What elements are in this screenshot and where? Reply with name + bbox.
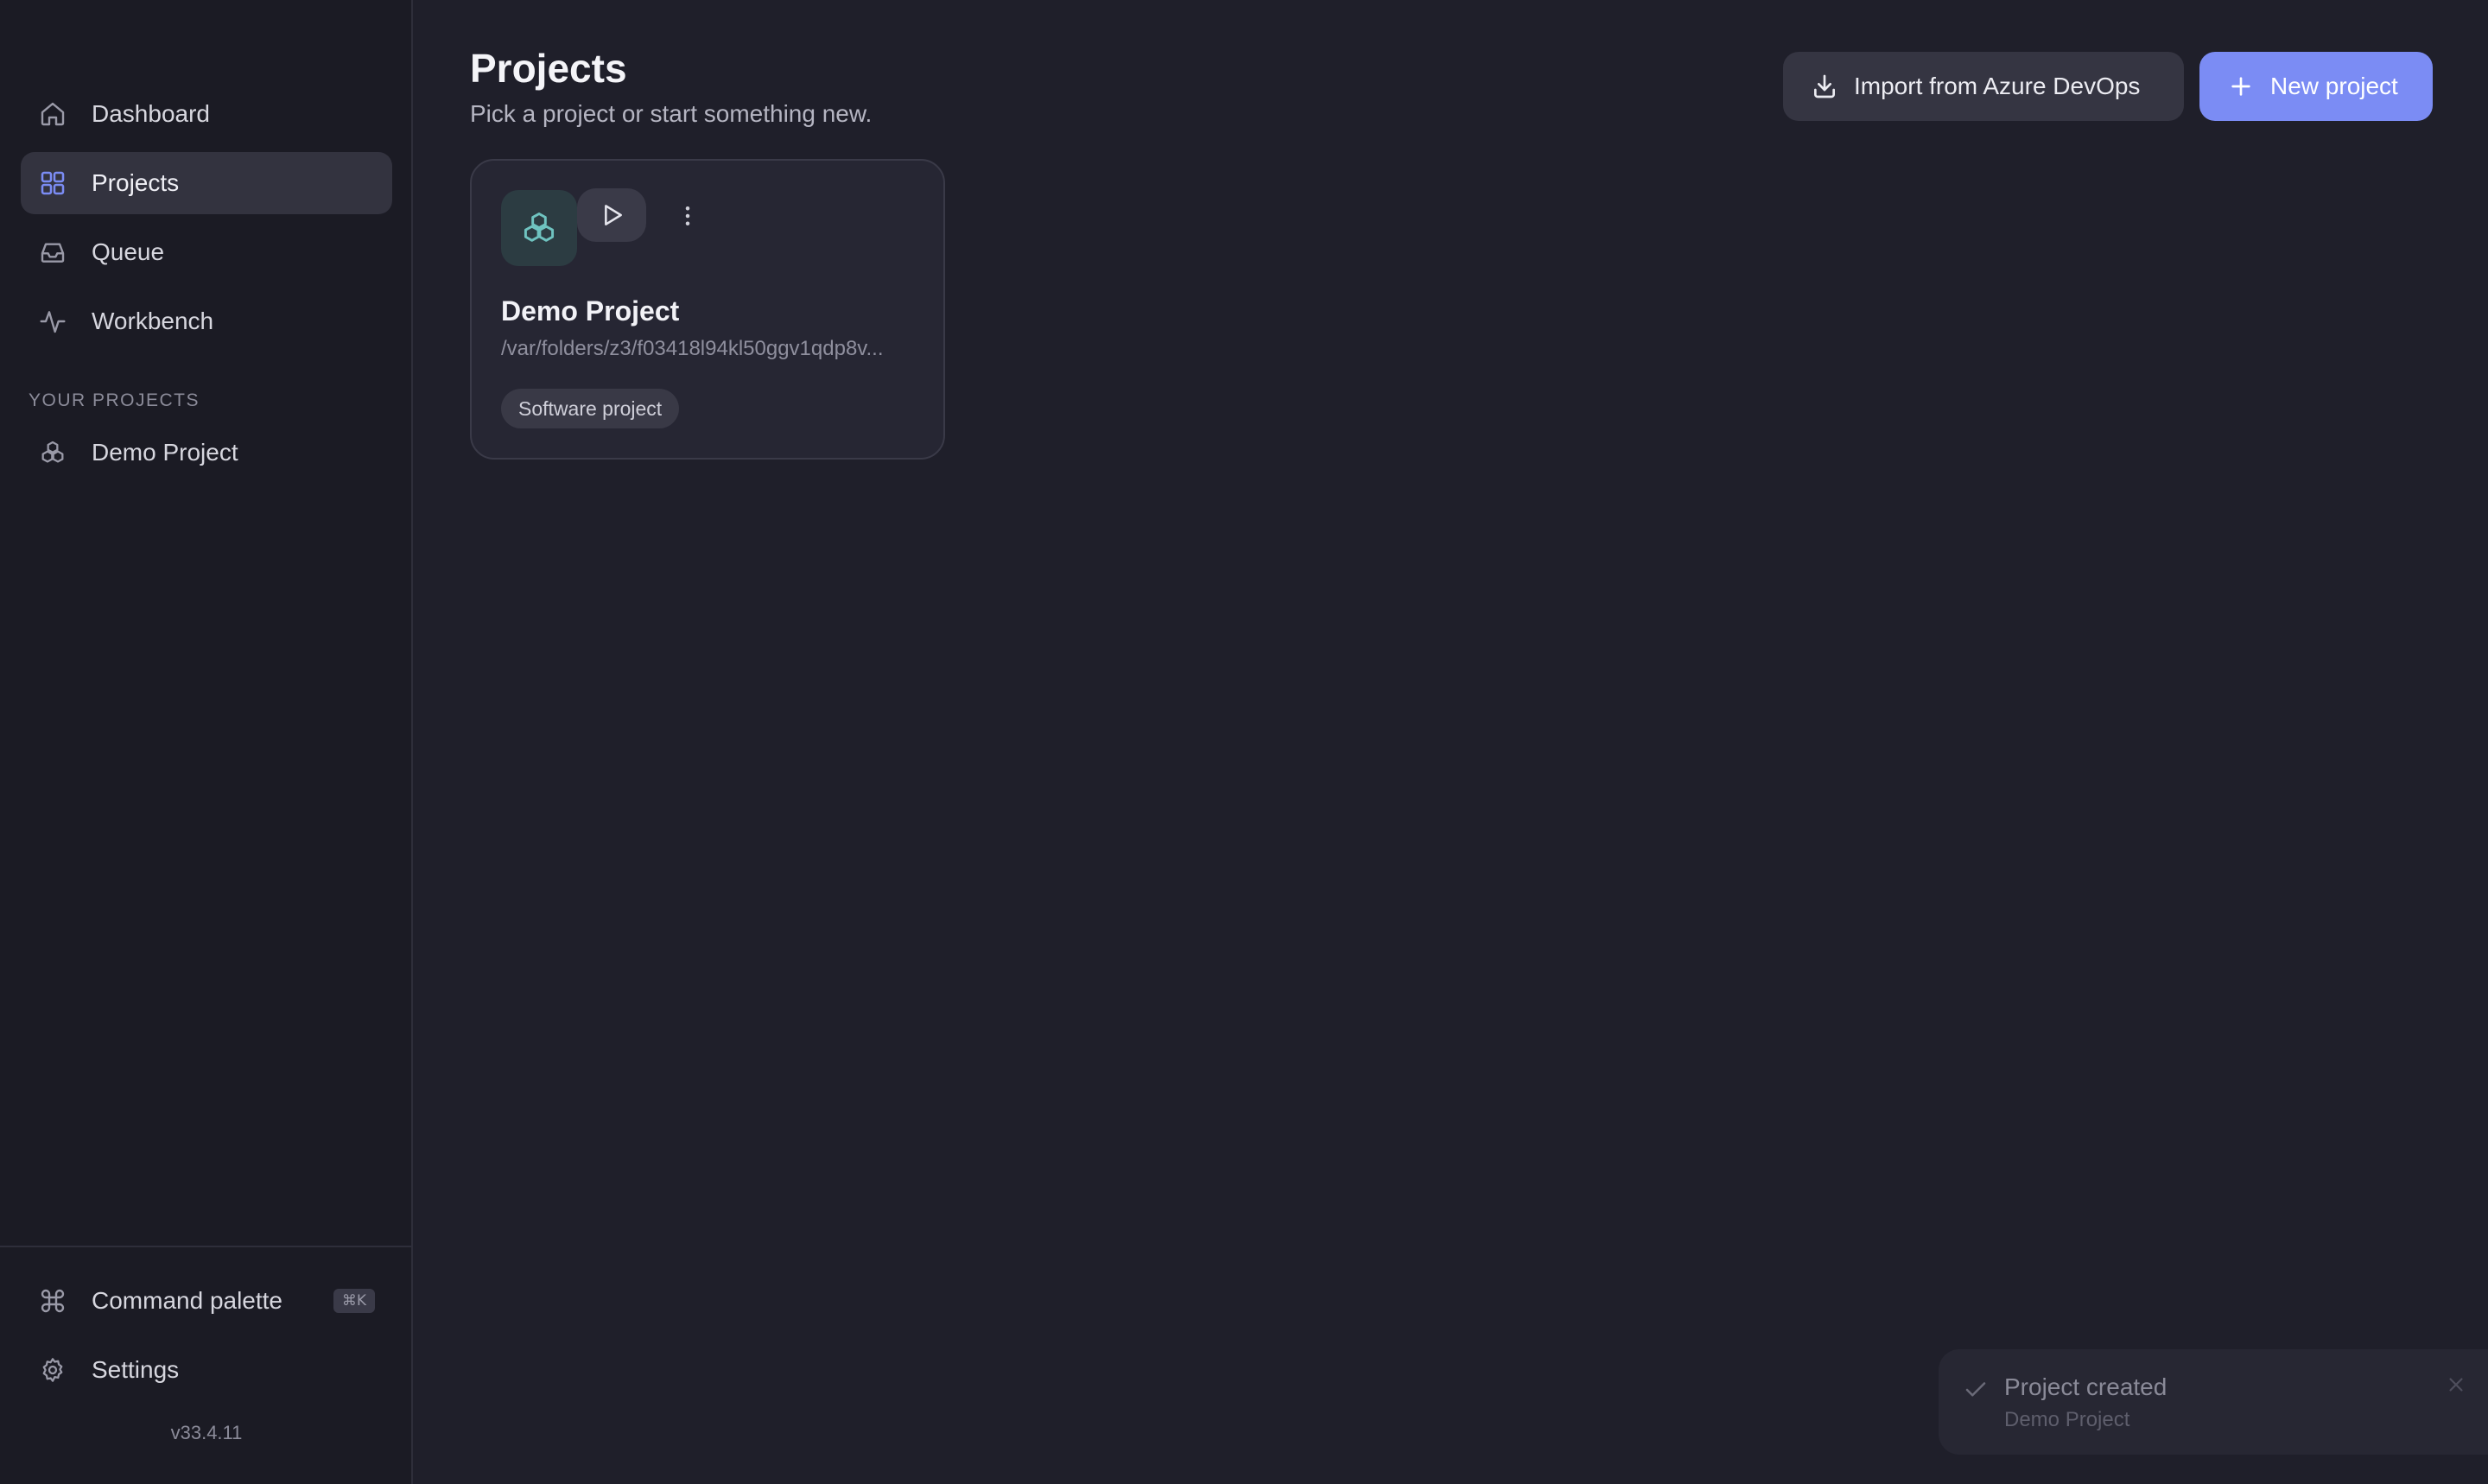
more-options-button[interactable] [672,200,703,231]
activity-icon [38,307,67,336]
sidebar-item-label: Settings [92,1356,180,1383]
app-version: v33.4.11 [170,1422,243,1443]
cubes-icon [38,438,67,467]
sidebar: Dashboard Projects Queue Workbench YOUR … [0,0,413,1484]
sidebar-item-label: Demo Project [92,439,238,466]
sidebar-item-command-palette[interactable]: Command palette ⌘K [21,1270,392,1332]
gear-icon [38,1355,67,1385]
sidebar-item-label: Workbench [92,308,214,334]
sidebar-item-workbench[interactable]: Workbench [21,290,392,352]
project-type-badge: Software project [501,389,680,428]
sidebar-item-queue[interactable]: Queue [21,221,392,283]
sidebar-item-demo-project[interactable]: Demo Project [21,422,392,484]
download-icon [1811,73,1838,100]
new-project-button-label: New project [2270,73,2398,99]
inbox-icon [38,238,67,267]
project-name: Demo Project [501,295,680,327]
sidebar-divider [0,1246,411,1247]
sidebar-item-label: Command palette [92,1287,283,1314]
sidebar-item-label: Dashboard [92,100,210,127]
sidebar-item-label: Queue [92,238,165,265]
grid-icon [38,168,67,198]
sidebar-item-label: Projects [92,169,180,196]
more-vertical-icon [675,203,701,229]
import-azure-devops-button[interactable]: Import from Azure DevOps [1783,52,2184,121]
page-subtitle: Pick a project or start something new. [470,100,873,127]
project-logo [501,190,577,266]
new-project-button[interactable]: New project [2199,52,2433,121]
sidebar-item-dashboard[interactable]: Dashboard [21,83,392,145]
check-icon [1963,1377,1989,1403]
project-path: /var/folders/z3/f03418l94kl50ggv1qdp8v..… [501,337,884,360]
project-card[interactable]: Demo Project /var/folders/z3/f03418l94kl… [470,159,945,460]
plus-icon [2227,73,2255,100]
section-label-your-projects: YOUR PROJECTS [29,390,200,410]
command-icon [38,1286,67,1316]
cubes-icon [520,209,558,247]
toast-notification: Project created Demo Project [1939,1349,2488,1455]
sidebar-item-projects[interactable]: Projects [21,152,392,214]
run-project-button[interactable] [577,188,646,242]
page-title: Projects [470,46,627,91]
toast-title: Project created [2004,1373,2167,1400]
play-icon [598,201,625,229]
import-button-label: Import from Azure DevOps [1854,73,2141,99]
toast-description: Demo Project [2004,1408,2130,1431]
sidebar-item-settings[interactable]: Settings [21,1339,392,1401]
close-icon[interactable] [2445,1373,2467,1396]
shortcut-badge: ⌘K [333,1289,375,1313]
home-icon [38,99,67,129]
